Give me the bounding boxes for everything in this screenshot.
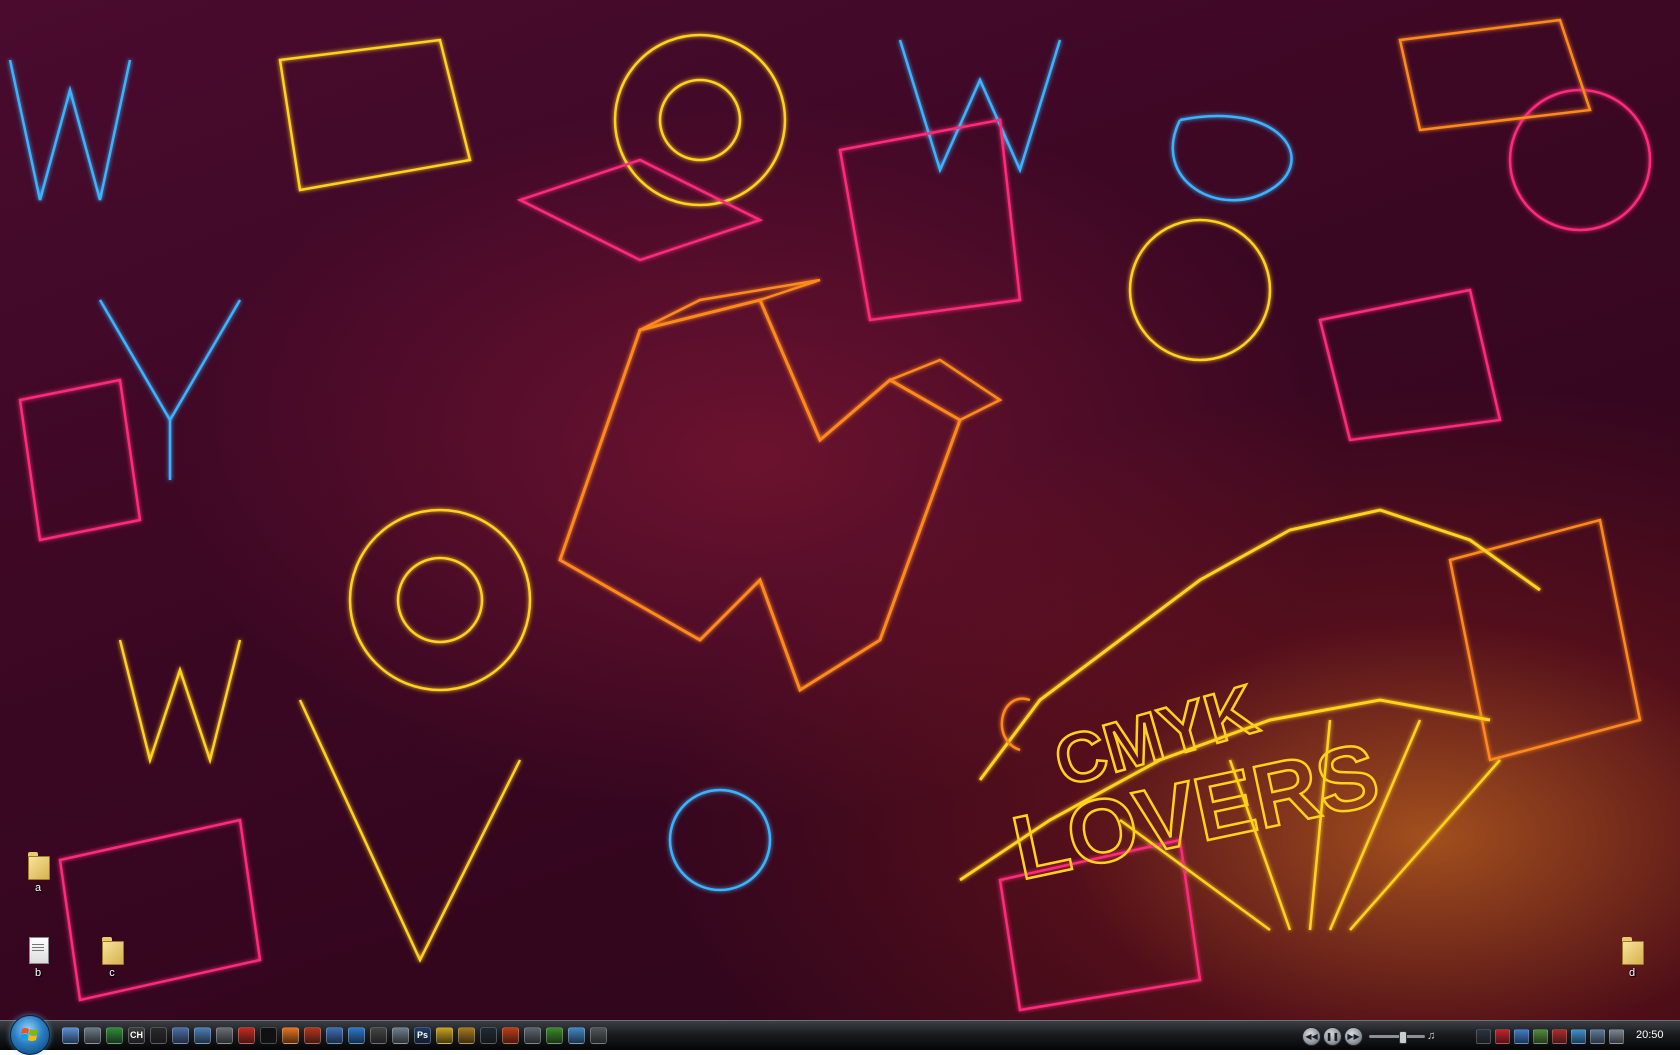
desktop-icon-d[interactable]: d <box>1612 935 1652 979</box>
steam-icon[interactable] <box>480 1027 497 1044</box>
media-controls: ◀◀ ❚❚ ▶▶ ♫ <box>1302 1026 1437 1046</box>
desktop-icon-a[interactable]: a <box>18 850 58 894</box>
antivirus-tray-icon[interactable] <box>1495 1028 1510 1044</box>
skull-icon[interactable] <box>370 1027 387 1044</box>
mail-icon[interactable] <box>590 1027 607 1044</box>
volume-tray-icon[interactable] <box>1609 1028 1624 1044</box>
desktop-icon-label: b <box>34 967 42 979</box>
folder-icon <box>98 935 126 965</box>
show-desktop-icon[interactable] <box>62 1027 79 1044</box>
network-tray-icon[interactable] <box>1514 1028 1529 1044</box>
media-icon[interactable] <box>304 1027 321 1044</box>
globe-icon[interactable] <box>172 1027 189 1044</box>
hazard-icon[interactable] <box>458 1027 475 1044</box>
volume-slider[interactable] <box>1369 1028 1425 1045</box>
quick-launch-bar: CH Ps <box>62 1027 607 1045</box>
desktop[interactable]: CMYK LOVERS a b c d <box>0 0 1680 1020</box>
alien-icon[interactable] <box>546 1027 563 1044</box>
spreadsheet-icon[interactable] <box>106 1027 123 1044</box>
tools-icon[interactable] <box>84 1027 101 1044</box>
start-button[interactable] <box>10 1015 50 1055</box>
app-icon[interactable] <box>326 1027 343 1044</box>
document-icon <box>24 935 52 965</box>
pause-icon[interactable]: ❚❚ <box>1323 1026 1342 1046</box>
monitor-tray-icon[interactable] <box>1590 1028 1605 1044</box>
sync-tray-icon[interactable] <box>1571 1028 1586 1044</box>
steam-tray-icon[interactable] <box>1476 1028 1491 1044</box>
paint-icon[interactable] <box>194 1027 211 1044</box>
network-icon[interactable] <box>568 1027 585 1044</box>
next-icon[interactable]: ▶▶ <box>1344 1026 1363 1046</box>
desktop-icon-b[interactable]: b <box>18 935 58 979</box>
terminal-icon[interactable] <box>260 1027 277 1044</box>
photoshop-icon[interactable]: Ps <box>414 1027 431 1044</box>
drop-icon[interactable] <box>216 1027 233 1044</box>
orb-icon[interactable] <box>348 1027 365 1044</box>
wallpaper-image: CMYK LOVERS <box>8 18 1652 1012</box>
recycle-icon[interactable] <box>392 1027 409 1044</box>
desktop-icon-label: a <box>34 882 42 894</box>
system-tray <box>1476 1026 1624 1046</box>
windows-logo-icon <box>21 1028 38 1041</box>
volume-thumb[interactable] <box>1399 1030 1407 1044</box>
close-tray-icon[interactable] <box>1552 1028 1567 1044</box>
desktop-icon-c[interactable]: c <box>92 935 132 979</box>
folder-icon <box>1618 935 1646 965</box>
ch-icon[interactable]: CH <box>128 1027 145 1044</box>
folder-icon <box>24 850 52 880</box>
filezilla-icon[interactable] <box>238 1027 255 1044</box>
firefox-icon[interactable] <box>282 1027 299 1044</box>
radiation-icon[interactable] <box>436 1027 453 1044</box>
fire-icon[interactable] <box>502 1027 519 1044</box>
volume-track <box>1369 1034 1425 1038</box>
desktop-icon-label: d <box>1628 967 1636 979</box>
taskbar: CH Ps ◀◀ ❚❚ ▶▶ ♫ 20:50 <box>0 1015 1680 1055</box>
desktop-icon-label: c <box>109 967 115 979</box>
runner-icon[interactable] <box>150 1027 167 1044</box>
clock[interactable]: 20:50 <box>1636 1029 1664 1041</box>
previous-icon[interactable]: ◀◀ <box>1302 1026 1321 1046</box>
speaker-icon[interactable]: ♫ <box>1427 1029 1437 1043</box>
disc-icon[interactable] <box>524 1027 541 1044</box>
app-tray-icon[interactable] <box>1533 1028 1548 1044</box>
